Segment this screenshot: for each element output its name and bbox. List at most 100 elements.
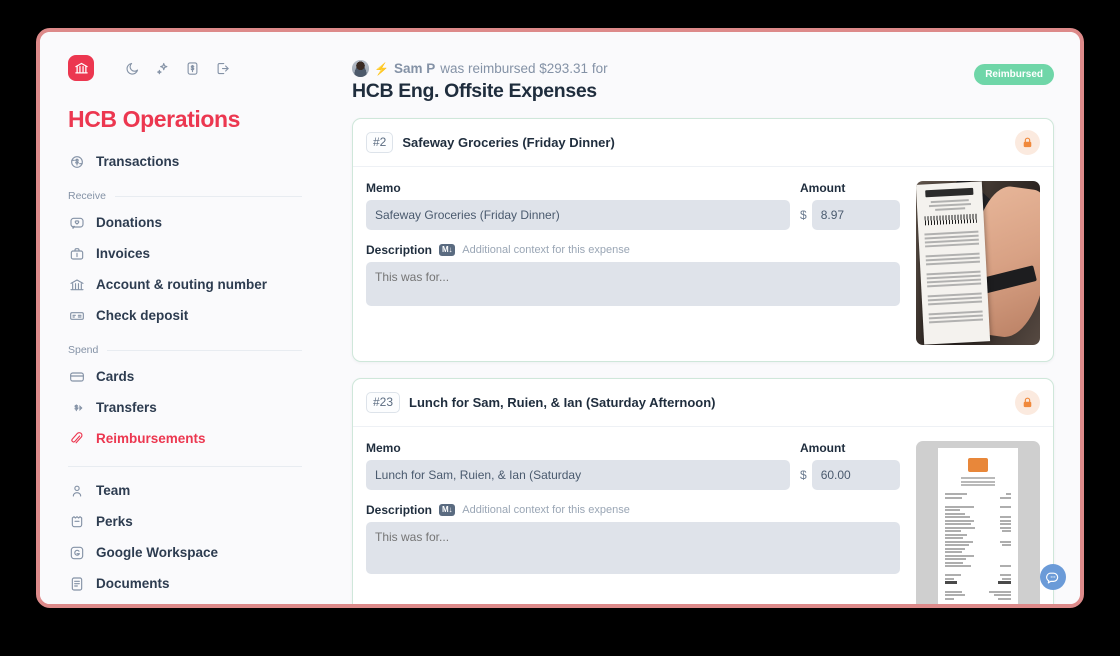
safeway-receipt-photo [916,181,1040,345]
sidebar-item-donations[interactable]: Donations [68,207,302,238]
memo-input[interactable] [366,200,790,230]
section-divider [107,349,302,351]
expense-id-tag: #23 [366,392,401,413]
sidebar-divider [68,466,302,468]
page-header-text: ⚡ Sam P was reimbursed $293.31 for HCB E… [352,60,608,103]
sidebar-section-receive: Receive [68,190,302,202]
google-workspace-icon [68,544,85,561]
expense-card: #23 Lunch for Sam, Ruien, & Ian (Saturda… [352,378,1054,604]
app-window: HCB Operations Transactions Receive Dona… [36,28,1084,608]
expense-card-header: #2 Safeway Groceries (Friday Dinner) [353,119,1053,167]
memo-amount-row: Memo Amount $ [366,181,900,230]
bank-logo-icon[interactable] [68,55,94,81]
sidebar-item-label: Transactions [96,153,180,169]
section-label: Receive [68,190,106,203]
sidebar-item-check-deposit[interactable]: Check deposit [68,300,302,331]
sidebar-item-label: Reimbursements [96,430,206,446]
memo-field-group: Memo [366,441,790,490]
expense-title: Safeway Groceries (Friday Dinner) [402,135,615,150]
sidebar-section-spend: Spend [68,344,302,356]
lock-icon[interactable] [1015,390,1040,415]
invoices-icon [68,245,85,262]
sidebar-item-label: Transfers [96,399,157,415]
section-divider [114,195,302,197]
lunch-receipt-scan [938,448,1018,604]
reimbursements-icon [68,430,85,447]
expense-title: Lunch for Sam, Ruien, & Ian (Saturday Af… [409,395,716,410]
status-badge[interactable]: Reimbursed [974,64,1054,85]
sidebar-item-label: Donations [96,214,162,230]
sidebar-item-perks[interactable]: Perks [68,506,302,537]
receipt-thumbnail[interactable] [916,441,1040,604]
lock-icon[interactable] [1015,130,1040,155]
sidebar: HCB Operations Transactions Receive Dona… [40,32,330,604]
page-title: HCB Eng. Offsite Expenses [352,80,597,102]
lightning-bolt-icon: ⚡ [374,61,389,76]
sidebar-item-team[interactable]: Team [68,475,302,506]
sidebar-item-cards[interactable]: Cards [68,361,302,392]
description-header: Description M↓ Additional context for th… [366,503,900,517]
memo-input[interactable] [366,460,790,490]
description-textarea[interactable] [366,262,900,306]
sidebar-item-transactions[interactable]: Transactions [68,146,302,177]
sidebar-item-documents[interactable]: Documents [68,568,302,599]
memo-label: Memo [366,181,401,195]
chat-support-icon[interactable] [1040,564,1066,590]
amount-input[interactable] [811,200,900,230]
org-title: HCB Operations [68,106,241,132]
sidebar-item-label: Invoices [96,245,151,261]
amount-field-group: Amount $ [800,441,900,490]
settings-icon [68,606,85,608]
sparkles-icon[interactable] [154,60,171,77]
amount-field-group: Amount $ [800,181,900,230]
bank-icon [68,276,85,293]
transfers-icon [68,399,85,416]
logout-icon[interactable] [214,60,231,77]
description-label: Description [366,243,433,257]
sidebar-item-label: Perks [96,513,133,529]
dark-mode-icon[interactable] [124,60,141,77]
sidebar-topbar [68,48,302,88]
description-hint: Additional context for this expense [462,244,630,256]
sidebar-item-label: Account & routing number [96,276,267,292]
amount-label: Amount [800,441,846,455]
section-label: Spend [68,344,99,357]
sidebar-item-settings[interactable]: Settings [68,599,302,609]
expense-id-tag: #2 [366,132,394,153]
expense-card: #2 Safeway Groceries (Friday Dinner) Mem… [352,118,1054,362]
sidebar-quick-icons [124,60,231,77]
sidebar-item-label: Documents [96,575,170,591]
sidebar-item-label: Cards [96,368,135,384]
sidebar-item-account-routing-number[interactable]: Account & routing number [68,269,302,300]
receipt-thumbnail[interactable] [916,181,1040,345]
currency-symbol: $ [800,208,807,222]
main-content: ⚡ Sam P was reimbursed $293.31 for HCB E… [330,32,1080,604]
markdown-badge: M↓ [439,503,456,517]
memo-field-group: Memo [366,181,790,230]
expense-form: Memo Amount $ [366,181,900,345]
amount-label: Amount [800,181,846,195]
sidebar-item-invoices[interactable]: Invoices [68,238,302,269]
dollar-bill-icon[interactable] [184,60,201,77]
sidebar-item-label: Check deposit [96,307,189,323]
sidebar-item-label: Team [96,482,131,498]
description-hint: Additional context for this expense [462,504,630,516]
sidebar-item-google-workspace[interactable]: Google Workspace [68,537,302,568]
page-header: ⚡ Sam P was reimbursed $293.31 for HCB E… [352,60,1054,103]
amount-input[interactable] [811,460,900,490]
description-textarea[interactable] [366,522,900,574]
description-label: Description [366,503,433,517]
perks-icon [68,513,85,530]
desktop-background: HCB Operations Transactions Receive Dona… [0,0,1120,656]
sidebar-item-label: Google Workspace [96,544,219,560]
sidebar-item-transfers[interactable]: Transfers [68,392,302,423]
expense-card-body: Memo Amount $ [353,427,1053,604]
donations-icon [68,214,85,231]
sidebar-item-reimbursements[interactable]: Reimbursements [68,423,302,454]
reimbursement-summary: ⚡ Sam P was reimbursed $293.31 for [352,60,608,77]
expense-card-body: Memo Amount $ [353,167,1053,361]
cards-icon [68,368,85,385]
transactions-icon [68,153,85,170]
sidebar-item-label: Settings [96,607,302,609]
currency-symbol: $ [800,468,807,482]
